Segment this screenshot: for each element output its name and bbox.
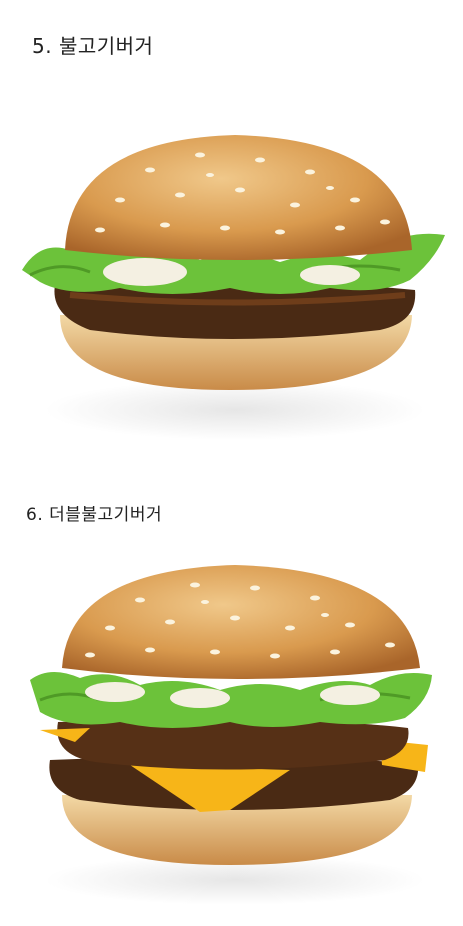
mayo (103, 258, 187, 286)
patty (54, 282, 416, 339)
item-caption-double-bulgogi-burger: 6. 더블불고기버거 (26, 505, 163, 525)
double-bulgogi-burger-image (0, 550, 463, 910)
top-bun (62, 565, 420, 679)
item-caption-bulgogi-burger: 5. 불고기버거 (32, 34, 154, 58)
patty-upper (57, 719, 409, 770)
mayo (85, 682, 145, 702)
top-bun (65, 135, 412, 260)
bulgogi-burger-image (0, 110, 463, 470)
